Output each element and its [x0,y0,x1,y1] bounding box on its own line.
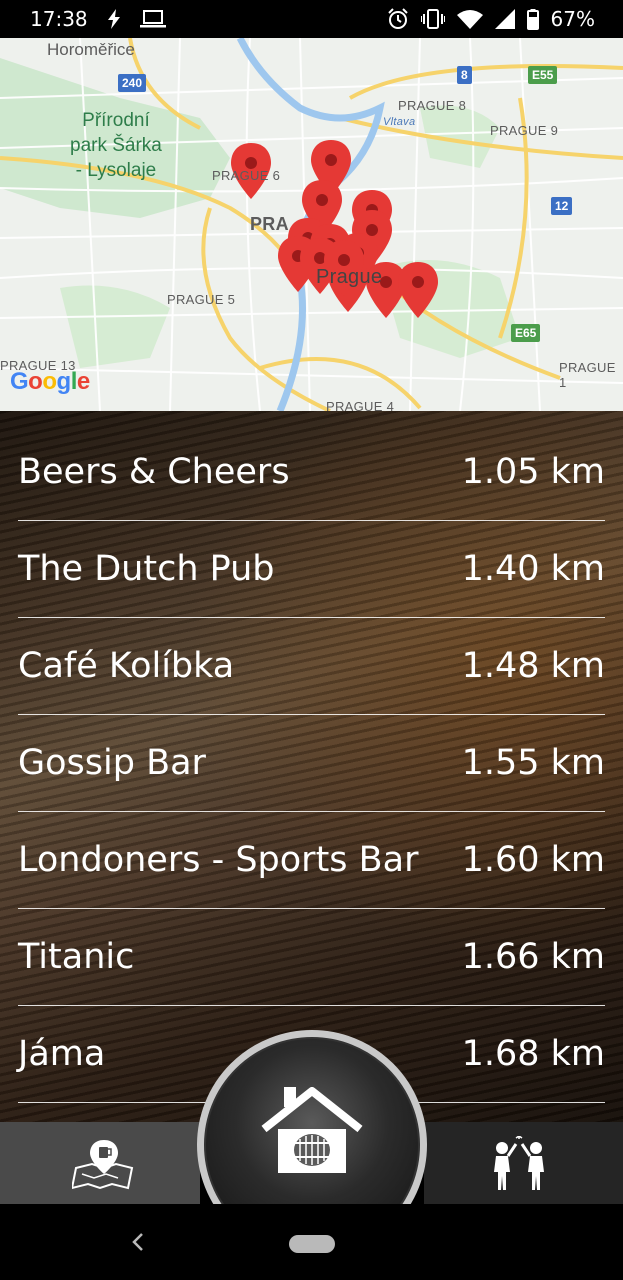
battery-percent: 67% [550,7,595,31]
pub-distance: 1.05 km [461,451,605,492]
highway-badge-240: 240 [118,74,147,92]
pub-distance: 1.40 km [461,548,605,589]
nav-friends-button[interactable] [424,1122,623,1204]
pub-row[interactable]: Café Kolíbka 1.48 km [18,617,605,715]
status-time: 17:38 [30,7,88,31]
pub-row[interactable]: Titanic 1.66 km [18,908,605,1006]
park-line-2: park Šárka [70,135,162,156]
vibrate-icon [420,9,445,29]
friends-cheers-icon [486,1135,552,1196]
alarm-icon [387,8,409,30]
nav-map-button[interactable] [0,1122,200,1204]
wifi-icon [456,9,483,29]
pub-list[interactable]: Beers & Cheers 1.05 km The Dutch Pub 1.40 k… [0,411,623,1123]
google-logo: Google [10,368,90,396]
map-label-prague: Prague [316,266,383,288]
park-line-1: Přírodní [82,110,150,131]
map-label-prague-4: PRAGUE 4 [326,399,395,411]
system-nav-bar [0,1204,623,1280]
map-label-prague-1: PRAGUE 1 [559,360,616,390]
map-label-pra: PRA [250,214,289,234]
highway-badge-8: 8 [457,66,472,84]
map-label-prague-5: PRAGUE 5 [167,292,236,307]
pub-name: Beers & Cheers [18,451,290,492]
pub-name: Gossip Bar [18,742,206,783]
park-line-3: - Lysolaje [75,160,157,181]
map-pin-beer-icon [70,1138,136,1194]
pub-name: Titanic [18,936,135,977]
highway-badge-e65: E65 [511,324,541,342]
signal-icon [494,9,515,29]
house-barrel-icon [260,1087,364,1181]
pub-name: Café Kolíbka [18,645,235,686]
highway-badge-e55: E55 [528,66,558,84]
pub-row[interactable]: Beers & Cheers 1.05 km [18,423,605,521]
pub-distance: 1.66 km [461,936,605,977]
back-icon[interactable] [128,1228,148,1260]
battery-icon [526,8,539,30]
pub-name: The Dutch Pub [18,548,275,589]
pub-distance: 1.48 km [461,645,605,686]
google-logo-text: Google [10,368,90,395]
highway-badge-12: 12 [551,197,573,215]
map-view[interactable]: Horoměřice PRAGUE 8 PRAGUE 9 PRAGUE 6 PR… [0,38,623,411]
pub-row[interactable]: Gossip Bar 1.55 km [18,714,605,812]
map-label-vltava: Vltava [383,116,416,128]
system-home-pill[interactable] [289,1235,335,1253]
pub-row[interactable]: The Dutch Pub 1.40 km [18,520,605,618]
map-label-prague-8: PRAGUE 8 [398,98,467,113]
map-label-horomerice: Horoměřice [47,40,135,59]
pub-name: Jáma [18,1033,106,1074]
status-bar: 17:38 67% [0,0,623,38]
map-label-prague-6: PRAGUE 6 [212,168,281,183]
pub-distance: 1.68 km [461,1033,605,1074]
pub-distance: 1.55 km [461,742,605,783]
map-label-park: Přírodní park Šárka - Lysolaje [70,108,162,183]
map-roads [0,38,623,411]
laptop-icon [139,10,166,28]
map-label-prague-9: PRAGUE 9 [490,123,559,138]
pub-distance: 1.60 km [461,839,605,880]
pub-name: Londoners - Sports Bar [18,839,419,880]
pub-row[interactable]: Londoners - Sports Bar 1.60 km [18,811,605,909]
flash-icon [106,9,122,29]
